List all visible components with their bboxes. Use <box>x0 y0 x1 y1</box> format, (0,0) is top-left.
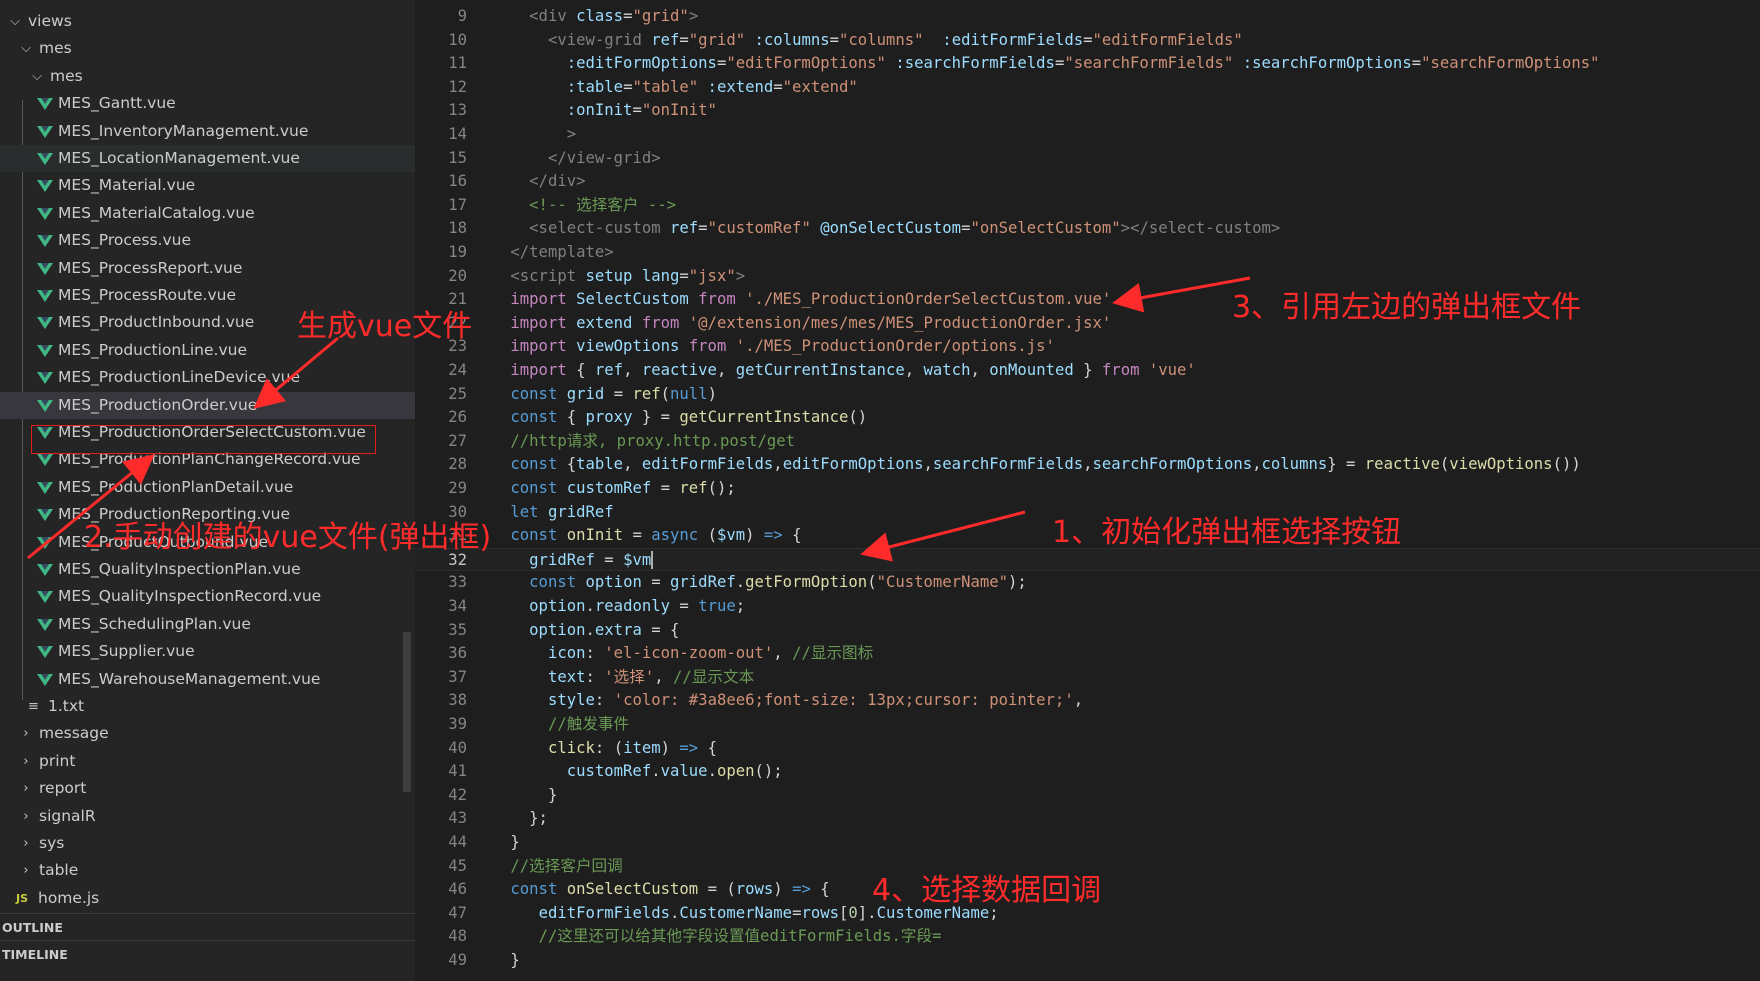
annotation-init-button: 1、初始化弹出框选择按钮 <box>1052 515 1402 550</box>
highlight-box <box>31 425 376 454</box>
arrow-to-production-order <box>253 336 339 409</box>
arrow-to-import-line <box>1112 276 1251 313</box>
annotation-manual-create: 2.手动创建的vue文件(弹出框) <box>84 520 492 555</box>
annotation-generate-vue: 生成vue文件 <box>297 309 473 344</box>
annotation-reference-popup: 3、引用左边的弹出框文件 <box>1232 290 1582 325</box>
arrow-to-oninit-line <box>860 510 1026 562</box>
annotation-arrows <box>27 276 1251 562</box>
annotation-select-callback: 4、选择数据回调 <box>872 873 1102 908</box>
